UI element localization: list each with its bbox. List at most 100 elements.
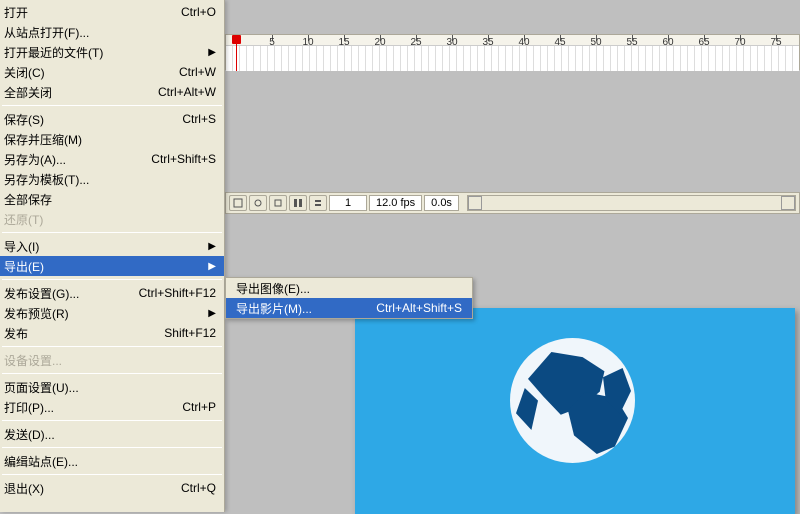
label: 发布预览(R): [4, 305, 208, 322]
chevron-right-icon: ▶: [208, 308, 216, 319]
menu-device-settings: 设备设置...: [0, 350, 224, 370]
menu-publish[interactable]: 发布Shift+F12: [0, 323, 224, 343]
timeline-ruler[interactable]: 51015202530354045505560657075: [225, 34, 800, 70]
menu-publish-preview[interactable]: 发布预览(R)▶: [0, 303, 224, 323]
scroll-left-button[interactable]: [468, 196, 482, 210]
label: 打开: [4, 4, 169, 21]
label: 全部关闭: [4, 84, 146, 101]
menu-page-setup[interactable]: 页面设置(U)...: [0, 377, 224, 397]
tick-label: 60: [662, 37, 673, 48]
label: 还原(T): [4, 211, 216, 228]
elapsed-time-field[interactable]: 0.0s: [424, 195, 459, 211]
label: 导入(I): [4, 238, 208, 255]
onion-outline-icon: [273, 198, 283, 208]
menu-close-all[interactable]: 全部关闭 Ctrl+Alt+W: [0, 82, 224, 102]
frame-track: [226, 45, 799, 71]
file-menu: 打开Ctrl+O 从站点打开(F)... 打开最近的文件(T)▶ 关闭(C)Ct…: [0, 0, 225, 512]
shortcut: Ctrl+Alt+W: [158, 85, 216, 99]
tick-label: 35: [482, 37, 493, 48]
label: 导出图像(E)...: [236, 280, 462, 297]
menu-separator: [2, 474, 222, 475]
timeline-status-bar: 1 12.0 fps 0.0s: [225, 192, 800, 214]
label: 全部保存: [4, 191, 216, 208]
chevron-right-icon: ▶: [208, 47, 216, 58]
menu-import[interactable]: 导入(I)▶: [0, 236, 224, 256]
shortcut: Ctrl+S: [182, 112, 216, 126]
menu-save-all[interactable]: 全部保存: [0, 189, 224, 209]
menu-revert: 还原(T): [0, 209, 224, 229]
ruler-ticks: 51015202530354045505560657075: [226, 35, 799, 71]
menu-print[interactable]: 打印(P)... Ctrl+P: [0, 397, 224, 417]
markers-icon: [313, 198, 323, 208]
multiframe-icon: [293, 198, 303, 208]
menu-exit[interactable]: 退出(X) Ctrl+Q: [0, 478, 224, 498]
edit-multiple-frames-button[interactable]: [289, 195, 307, 211]
tick-label: 70: [734, 37, 745, 48]
label: 打开最近的文件(T): [4, 44, 208, 61]
submenu-export-image[interactable]: 导出图像(E)...: [226, 278, 472, 298]
menu-open-recent[interactable]: 打开最近的文件(T)▶: [0, 42, 224, 62]
tick-label: 20: [374, 37, 385, 48]
menu-save-as[interactable]: 另存为(A)... Ctrl+Shift+S: [0, 149, 224, 169]
tick-label: 30: [446, 37, 457, 48]
label: 页面设置(U)...: [4, 379, 216, 396]
menu-open[interactable]: 打开 Ctrl+O: [0, 2, 224, 22]
label: 导出影片(M)...: [236, 300, 364, 317]
scroll-right-button[interactable]: [781, 196, 795, 210]
label: 另存为(A)...: [4, 151, 139, 168]
current-frame-field[interactable]: 1: [329, 195, 367, 211]
onion-skin-button[interactable]: [249, 195, 267, 211]
label: 发布: [4, 325, 152, 342]
menu-separator: [2, 346, 222, 347]
stage-canvas[interactable]: [355, 308, 795, 514]
tick-label: 50: [590, 37, 601, 48]
menu-send[interactable]: 发送(D)...: [0, 424, 224, 444]
shortcut: Ctrl+Q: [181, 481, 216, 495]
menu-separator: [2, 279, 222, 280]
label: 发送(D)...: [4, 426, 216, 443]
label: 退出(X): [4, 480, 169, 497]
label: 保存并压缩(M): [4, 131, 216, 148]
export-submenu: 导出图像(E)... 导出影片(M)... Ctrl+Alt+Shift+S: [225, 277, 473, 319]
menu-save[interactable]: 保存(S) Ctrl+S: [0, 109, 224, 129]
label: 打印(P)...: [4, 399, 170, 416]
workspace[interactable]: [225, 214, 800, 512]
tick-label: 25: [410, 37, 421, 48]
continent-shape: [516, 388, 538, 430]
modify-onion-markers-button[interactable]: [309, 195, 327, 211]
shortcut: Ctrl+O: [181, 5, 216, 19]
center-frame-button[interactable]: [229, 195, 247, 211]
menu-publish-settings[interactable]: 发布设置(G)...Ctrl+Shift+F12: [0, 283, 224, 303]
menu-export[interactable]: 导出(E)▶: [0, 256, 224, 276]
menu-separator: [2, 373, 222, 374]
timeline-scrollbar[interactable]: [467, 195, 796, 211]
label: 设备设置...: [4, 352, 216, 369]
label: 从站点打开(F)...: [4, 24, 216, 41]
playhead[interactable]: [236, 35, 237, 71]
label: 保存(S): [4, 111, 170, 128]
shortcut: Ctrl+Shift+F12: [139, 286, 216, 300]
shortcut: Ctrl+Shift+S: [151, 152, 216, 166]
chevron-right-icon: ▶: [208, 261, 216, 272]
menu-save-compact[interactable]: 保存并压缩(M): [0, 129, 224, 149]
label: 导出(E): [4, 258, 208, 275]
shortcut: Ctrl+Alt+Shift+S: [376, 301, 462, 315]
label: 另存为模板(T)...: [4, 171, 216, 188]
tick-label: 75: [770, 37, 781, 48]
menu-close[interactable]: 关闭(C)Ctrl+W: [0, 62, 224, 82]
tick-label: 10: [302, 37, 313, 48]
center-icon: [233, 198, 243, 208]
shortcut: Ctrl+P: [182, 400, 216, 414]
menu-open-from-site[interactable]: 从站点打开(F)...: [0, 22, 224, 42]
menu-save-as-template[interactable]: 另存为模板(T)...: [0, 169, 224, 189]
globe-graphic: [510, 338, 635, 463]
menu-edit-site[interactable]: 编缉站点(E)...: [0, 451, 224, 471]
menu-separator: [2, 420, 222, 421]
label: 关闭(C): [4, 64, 167, 81]
menu-separator: [2, 232, 222, 233]
submenu-export-movie[interactable]: 导出影片(M)... Ctrl+Alt+Shift+S: [226, 298, 472, 318]
label: 编缉站点(E)...: [4, 453, 216, 470]
tick-label: 55: [626, 37, 637, 48]
frame-rate-field[interactable]: 12.0 fps: [369, 195, 422, 211]
onion-skin-outlines-button[interactable]: [269, 195, 287, 211]
